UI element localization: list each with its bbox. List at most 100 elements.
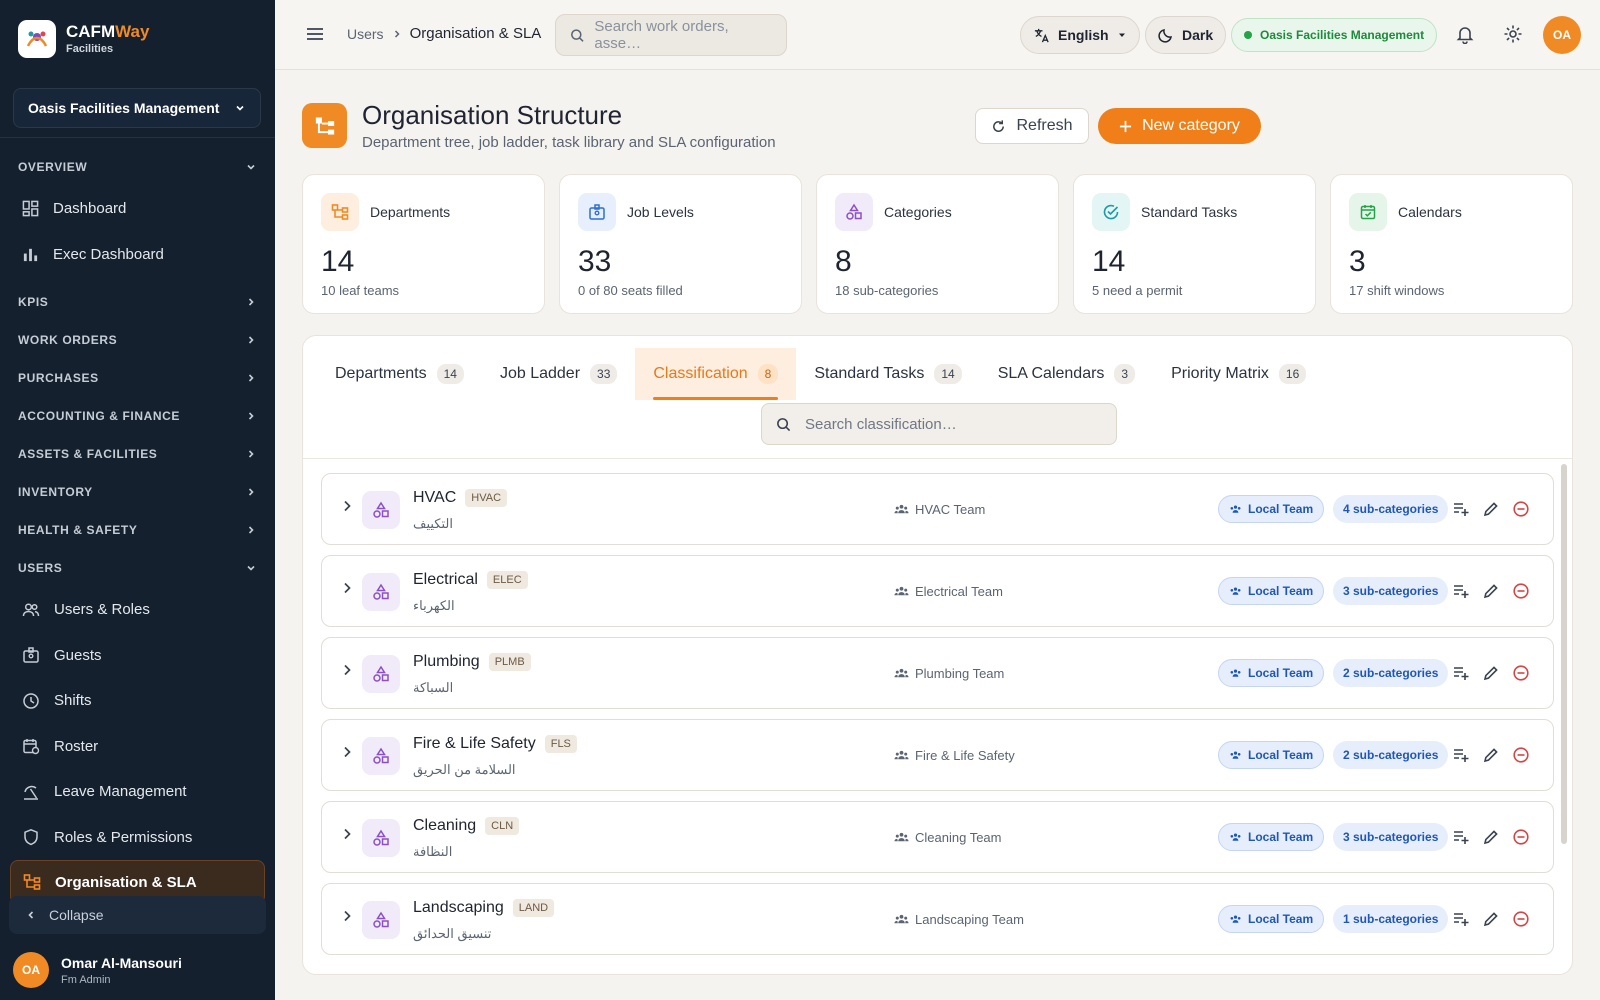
scope-badge-label: Local Team (1248, 912, 1314, 926)
moon-icon (1158, 29, 1172, 43)
nav-section-accounting[interactable]: ACCOUNTING & FINANCE (0, 397, 275, 435)
language-selector[interactable]: English (1020, 16, 1140, 54)
theme-toggle[interactable]: Dark (1145, 16, 1227, 54)
add-subcategory-button[interactable] (1452, 500, 1470, 518)
playlist-add-icon (1454, 749, 1469, 762)
edit-button[interactable] (1482, 582, 1500, 600)
tab-standard-tasks[interactable]: Standard Tasks 14 (796, 348, 979, 400)
stat-card-standard-tasks[interactable]: Standard Tasks 14 5 need a permit (1073, 174, 1316, 314)
subcategory-count-badge: 3 sub-categories (1333, 823, 1449, 851)
category-row[interactable]: HVAC HVAC التكييف HVAC Team Local Team 4 … (321, 473, 1554, 545)
add-subcategory-button[interactable] (1452, 746, 1470, 764)
remove-button[interactable] (1512, 828, 1530, 846)
chevron-right-icon[interactable] (340, 499, 354, 513)
nav-section-label: KPIS (18, 295, 49, 309)
breadcrumb-users[interactable]: Users (347, 26, 384, 42)
stat-note: 0 of 80 seats filled (578, 283, 683, 298)
nav-section-health-safety[interactable]: HEALTH & SAFETY (0, 511, 275, 549)
category-row[interactable]: Fire & Life Safety FLS السلامة من الحريق … (321, 719, 1554, 791)
nav-section-kpis[interactable]: KPIS (0, 283, 275, 321)
assigned-team-label: Electrical Team (915, 584, 1003, 599)
global-search-input[interactable]: Search work orders, asse… (555, 14, 787, 56)
stat-card-calendars[interactable]: Calendars 3 17 shift windows (1330, 174, 1573, 314)
classification-search-input[interactable]: Search classification… (761, 403, 1117, 445)
new-category-button[interactable]: New category (1098, 108, 1261, 144)
sidebar-item-guests[interactable]: Guests (0, 633, 275, 679)
nav-section-assets[interactable]: ASSETS & FACILITIES (0, 435, 275, 473)
remove-button[interactable] (1512, 910, 1530, 928)
add-subcategory-button[interactable] (1452, 664, 1470, 682)
org-status-badge[interactable]: Oasis Facilities Management (1231, 18, 1438, 52)
chevron-right-icon[interactable] (340, 909, 354, 923)
edit-button[interactable] (1482, 746, 1500, 764)
user-avatar-button[interactable]: OA (1543, 16, 1581, 54)
team-icon (1230, 504, 1241, 513)
chevron-right-icon[interactable] (340, 827, 354, 841)
assigned-team-label: HVAC Team (915, 502, 986, 517)
sidebar-item-leave[interactable]: Leave Management (0, 769, 275, 815)
settings-button[interactable] (1503, 24, 1523, 44)
nav-section-label: USERS (18, 561, 63, 575)
stat-value: 14 (321, 245, 355, 278)
shield-icon (24, 829, 38, 846)
edit-button[interactable] (1482, 500, 1500, 518)
remove-button[interactable] (1512, 582, 1530, 600)
stat-card-departments[interactable]: Departments 14 10 leaf teams (302, 174, 545, 314)
chevron-right-icon[interactable] (340, 581, 354, 595)
stat-card-categories[interactable]: Categories 8 18 sub-categories (816, 174, 1059, 314)
add-subcategory-button[interactable] (1452, 582, 1470, 600)
remove-button[interactable] (1512, 664, 1530, 682)
chevron-right-icon[interactable] (340, 663, 354, 677)
sidebar-item-roster[interactable]: Roster (0, 724, 275, 770)
stat-value: 3 (1349, 245, 1366, 278)
sidebar-item-users-roles[interactable]: Users & Roles (0, 587, 275, 633)
chevron-right-icon[interactable] (340, 745, 354, 759)
category-row[interactable]: Cleaning CLN النظافة Cleaning Team Local … (321, 801, 1554, 873)
sidebar-item-roles-permissions[interactable]: Roles & Permissions (0, 815, 275, 861)
sidebar-item-shifts[interactable]: Shifts (0, 678, 275, 724)
nav-section-overview[interactable]: OVERVIEW (0, 148, 275, 186)
org-selector[interactable]: Oasis Facilities Management (13, 88, 261, 128)
edit-button[interactable] (1482, 910, 1500, 928)
classification-search-placeholder: Search classification… (805, 415, 957, 433)
pencil-icon (1483, 584, 1498, 599)
tab-departments[interactable]: Departments 14 (317, 348, 482, 400)
chevron-right-icon (394, 29, 400, 38)
category-row[interactable]: Plumbing PLMB السباكة Plumbing Team Local… (321, 637, 1554, 709)
collapse-button[interactable]: Collapse (9, 896, 266, 934)
pencil-icon (1483, 912, 1498, 927)
nav-section-purchases[interactable]: PURCHASES (0, 359, 275, 397)
add-subcategory-button[interactable] (1452, 910, 1470, 928)
subcategory-count-label: 3 sub-categories (1343, 830, 1439, 844)
notifications-button[interactable] (1455, 24, 1475, 44)
assigned-team-label: Fire & Life Safety (915, 748, 1015, 763)
scrollbar[interactable] (1561, 464, 1567, 844)
category-row[interactable]: Electrical ELEC الكهرباء Electrical Team … (321, 555, 1554, 627)
tab-priority-matrix[interactable]: Priority Matrix 16 (1153, 348, 1324, 400)
stat-note: 10 leaf teams (321, 283, 400, 298)
edit-button[interactable] (1482, 664, 1500, 682)
tab-count: 8 (757, 364, 779, 384)
edit-button[interactable] (1482, 828, 1500, 846)
remove-button[interactable] (1512, 500, 1530, 518)
tab-classification[interactable]: Classification 8 (635, 348, 797, 400)
add-subcategory-button[interactable] (1452, 828, 1470, 846)
current-user[interactable]: OA Omar Al-Mansouri Fm Admin (13, 952, 182, 988)
nav-section-work-orders[interactable]: WORK ORDERS (0, 321, 275, 359)
nav-section-users[interactable]: USERS (0, 549, 275, 587)
category-row[interactable]: Landscaping LAND تنسيق الحدائق Landscapin… (321, 883, 1554, 955)
sidebar-item-exec-dashboard[interactable]: Exec Dashboard (0, 232, 275, 278)
pencil-icon (1483, 666, 1498, 681)
category-arabic-name: السباكة (413, 680, 454, 695)
tab-sla-calendars[interactable]: SLA Calendars 3 (980, 348, 1153, 400)
brand[interactable]: CAFMWay Facilities (18, 20, 149, 58)
category-list: HVAC HVAC التكييف HVAC Team Local Team 4 … (321, 473, 1554, 965)
refresh-button[interactable]: Refresh (975, 108, 1089, 144)
nav-section-inventory[interactable]: INVENTORY (0, 473, 275, 511)
stat-card-job-levels[interactable]: Job Levels 33 0 of 80 seats filled (559, 174, 802, 314)
sidebar-item-dashboard[interactable]: Dashboard (0, 186, 275, 232)
users-icon (22, 603, 40, 616)
tab-job-ladder[interactable]: Job Ladder 33 (482, 348, 635, 400)
remove-button[interactable] (1512, 746, 1530, 764)
menu-button[interactable] (305, 24, 325, 44)
